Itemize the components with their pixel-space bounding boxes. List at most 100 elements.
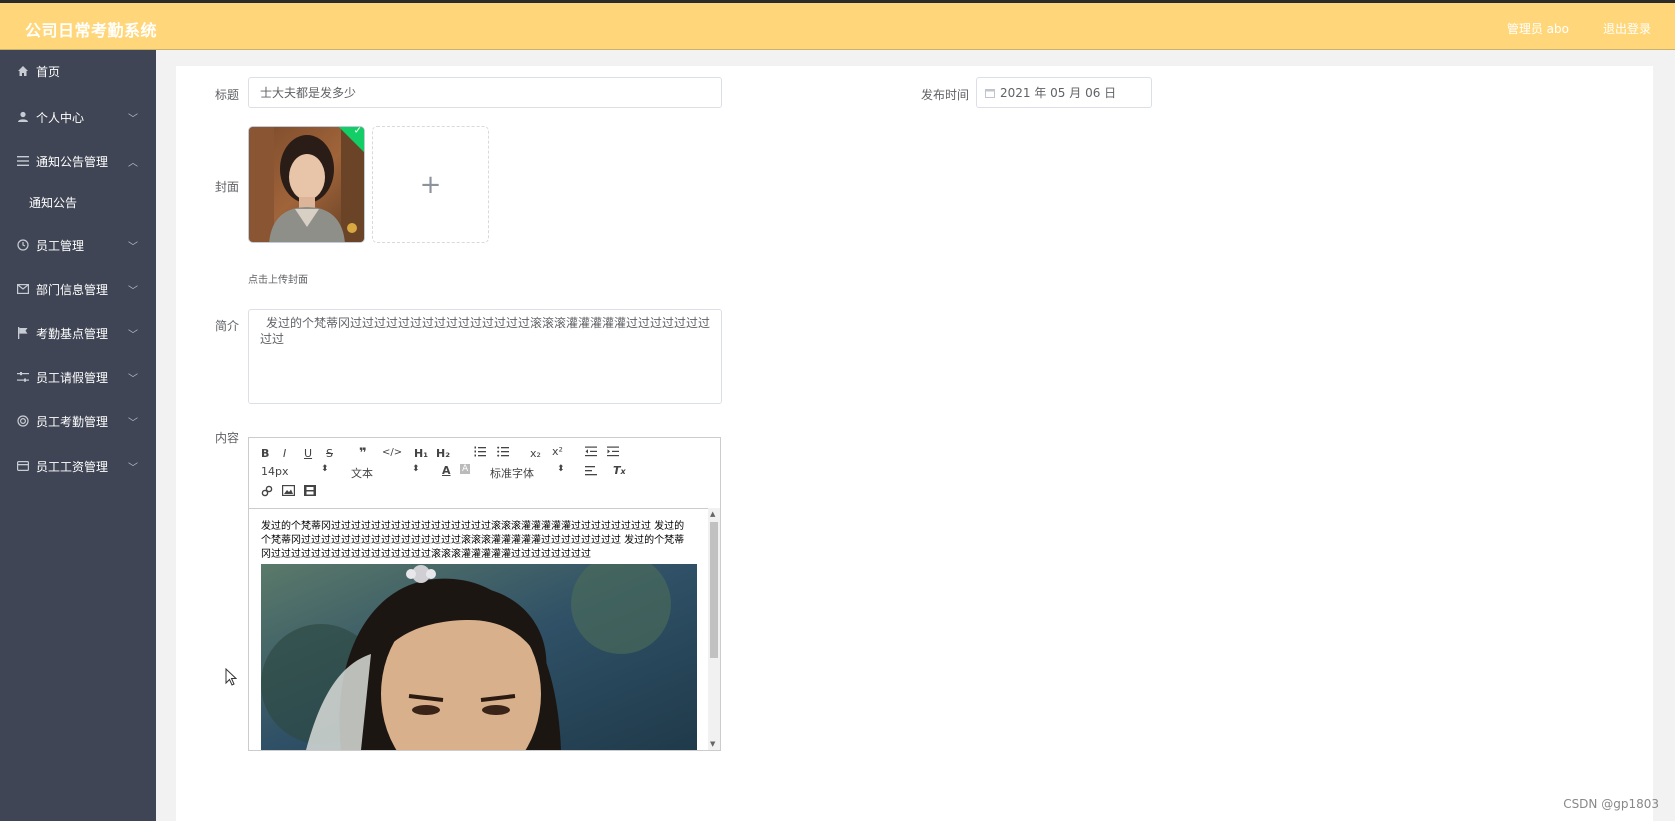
- sidebar-item-employee-management[interactable]: 员工管理 ﹀: [0, 225, 156, 265]
- sidebar-item-label: 通知公告管理: [36, 154, 109, 169]
- card-icon: [16, 459, 30, 473]
- circle-icon: [16, 414, 30, 428]
- menu-icon: [16, 154, 30, 168]
- title-input-value: 士大夫都是发多少: [260, 86, 357, 100]
- block-type-value: 文本: [351, 467, 373, 480]
- rich-text-editor: B I U S ❞ </> H₁ H₂ x₂ x² 14px ⬍ 文本 ⬍ A …: [248, 437, 721, 751]
- app-title: 公司日常考勤系统: [25, 21, 158, 40]
- sidebar-item-label: 个人中心: [36, 110, 85, 125]
- content-label: 内容: [215, 431, 240, 445]
- calendar-icon: [985, 88, 995, 98]
- sidebar-item-notice-management[interactable]: 通知公告管理 ︿: [0, 141, 156, 181]
- title-label: 标题: [215, 88, 240, 102]
- sidebar-item-leave-management[interactable]: 员工请假管理 ﹀: [0, 357, 156, 397]
- sidebar-item-label: 考勤基点管理: [36, 326, 109, 341]
- mail-icon: [16, 282, 30, 296]
- upload-cover-button[interactable]: +: [372, 126, 489, 243]
- clear-format-icon[interactable]: Tx: [613, 464, 626, 477]
- editor-content-area[interactable]: 发过的个梵蒂冈过过过过过过过过过过过过过过过过滚滚滚灌灌灌灌灌过过过过过过过过 …: [249, 508, 720, 750]
- bold-icon[interactable]: B: [261, 447, 269, 460]
- font-size-select[interactable]: 14px: [261, 465, 289, 478]
- header-user-area: 管理员 abo 退出登录: [1507, 20, 1651, 37]
- sidebar-subitem-notice[interactable]: 通知公告: [0, 182, 156, 222]
- heading2-icon[interactable]: H₂: [436, 447, 450, 460]
- subscript-icon[interactable]: x₂: [530, 447, 541, 460]
- flag-icon: [16, 326, 30, 340]
- sliders-icon: [16, 370, 30, 384]
- sidebar-item-personal-center[interactable]: 个人中心 ﹀: [0, 97, 156, 137]
- ordered-list-icon[interactable]: [474, 446, 486, 460]
- bullet-list-icon[interactable]: [497, 446, 509, 460]
- select-arrows-icon: ⬍: [412, 464, 420, 474]
- scroll-down-icon[interactable]: ▼: [710, 740, 715, 748]
- background-color-icon[interactable]: A: [460, 464, 471, 474]
- outdent-icon[interactable]: [585, 446, 597, 460]
- publish-time-label: 发布时间: [921, 88, 970, 102]
- code-icon[interactable]: </>: [382, 447, 402, 458]
- watermark-text: CSDN @gp1803: [1563, 797, 1659, 811]
- image-icon[interactable]: [282, 485, 296, 499]
- scrollbar-thumb[interactable]: [710, 522, 718, 658]
- chevron-up-icon: ︿: [128, 158, 138, 169]
- sidebar-item-label: 员工管理: [36, 238, 85, 253]
- top-header-bar: 公司日常考勤系统 管理员 abo 退出登录: [0, 0, 1675, 50]
- sidebar-subitem-label: 通知公告: [29, 195, 78, 210]
- sidebar-item-attendance-base[interactable]: 考勤基点管理 ﹀: [0, 313, 156, 353]
- logout-link[interactable]: 退出登录: [1603, 20, 1651, 37]
- summary-textarea[interactable]: 发过的个梵蒂冈过过过过过过过过过过过过过过过滚滚滚灌灌灌灌灌过过过过过过过过过: [248, 309, 722, 404]
- strikethrough-icon[interactable]: S: [326, 447, 333, 460]
- scroll-up-icon[interactable]: ▲: [710, 510, 715, 518]
- sidebar-item-department-management[interactable]: 部门信息管理 ﹀: [0, 269, 156, 309]
- font-size-value: 14px: [261, 465, 289, 478]
- select-arrows-icon: ⬍: [321, 464, 329, 474]
- sidebar-item-label: 员工请假管理: [36, 370, 109, 385]
- admin-user-label: 管理员 abo: [1506, 22, 1569, 36]
- summary-label: 简介: [215, 319, 240, 333]
- editor-content-text: 发过的个梵蒂冈过过过过过过过过过过过过过过过过滚滚滚灌灌灌灌灌过过过过过过过过 …: [261, 521, 685, 560]
- block-type-select[interactable]: 文本: [351, 465, 373, 481]
- sidebar-menu: 首页 个人中心 ﹀ 通知公告管理 ︿ 通知公告 员工管理 ﹀ 部门信息管理 ﹀: [0, 50, 156, 821]
- sidebar-item-label: 员工考勤管理: [36, 414, 109, 429]
- align-icon[interactable]: [585, 466, 597, 479]
- chevron-down-icon: ﹀: [128, 374, 138, 385]
- summary-text: 发过的个梵蒂冈过过过过过过过过过过过过过过过滚滚滚灌灌灌灌灌过过过过过过过过过: [260, 316, 711, 346]
- font-family-value: 标准字体: [490, 467, 534, 480]
- chevron-down-icon: ﹀: [128, 114, 138, 125]
- indent-icon[interactable]: [607, 446, 619, 460]
- sidebar-item-label: 部门信息管理: [36, 282, 109, 297]
- plus-icon: +: [419, 169, 442, 200]
- blockquote-icon[interactable]: ❞: [359, 446, 367, 461]
- italic-icon[interactable]: I: [283, 447, 286, 460]
- editor-scrollbar[interactable]: ▲ ▼: [708, 508, 720, 750]
- sidebar-item-salary-management[interactable]: 员工工资管理 ﹀: [0, 446, 156, 486]
- home-icon: [16, 64, 30, 78]
- sidebar-item-label: 员工工资管理: [36, 459, 109, 474]
- chevron-down-icon: ﹀: [128, 330, 138, 341]
- cover-thumbnail[interactable]: ✓: [248, 126, 365, 243]
- content-photo: [261, 564, 697, 750]
- editor-inserted-image[interactable]: [261, 564, 697, 750]
- chevron-down-icon: ﹀: [128, 242, 138, 253]
- superscript-icon[interactable]: x²: [552, 445, 563, 458]
- clock-icon: [16, 238, 30, 252]
- publish-date-picker[interactable]: 2021 年 05 月 06 日: [976, 77, 1152, 108]
- link-icon[interactable]: [261, 485, 273, 500]
- cover-label: 封面: [215, 180, 240, 194]
- cover-upload-hint: 点击上传封面: [248, 275, 308, 286]
- user-icon: [16, 110, 30, 124]
- check-icon: ✓: [353, 126, 362, 137]
- heading1-icon[interactable]: H₁: [414, 447, 428, 460]
- chevron-down-icon: ﹀: [128, 463, 138, 474]
- title-input[interactable]: 士大夫都是发多少: [248, 77, 722, 108]
- cover-photo: [249, 127, 364, 242]
- font-family-select[interactable]: 标准字体: [490, 465, 534, 481]
- sidebar-item-label: 首页: [36, 64, 61, 79]
- sidebar-item-attendance-management[interactable]: 员工考勤管理 ﹀: [0, 401, 156, 441]
- video-icon[interactable]: [304, 485, 316, 499]
- mouse-cursor-icon: [225, 667, 238, 690]
- select-arrows-icon: ⬍: [557, 464, 565, 474]
- font-color-icon[interactable]: A: [442, 464, 451, 477]
- underline-icon[interactable]: U: [304, 447, 312, 460]
- editor-toolbar: B I U S ❞ </> H₁ H₂ x₂ x² 14px ⬍ 文本 ⬍ A …: [249, 438, 720, 509]
- sidebar-item-home[interactable]: 首页: [0, 51, 156, 91]
